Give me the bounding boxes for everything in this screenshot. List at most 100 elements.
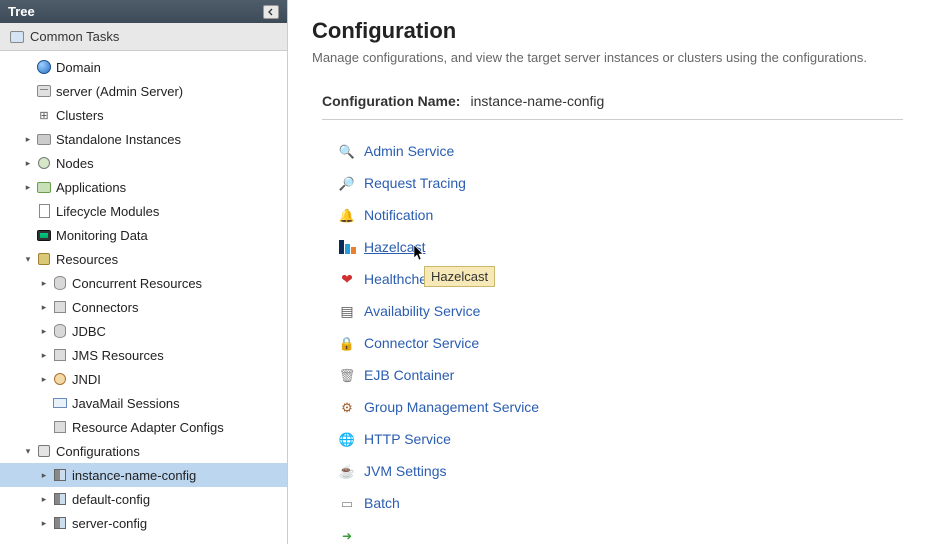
tree-item-label: Monitoring Data	[56, 228, 148, 243]
sidebar: Tree Common Tasks Domainserver (Admin Se…	[0, 0, 288, 544]
tooltip: Hazelcast	[424, 266, 495, 287]
chevron-left-icon	[267, 8, 275, 16]
http-icon	[338, 430, 356, 448]
mail-icon	[52, 395, 68, 411]
config-link[interactable]: HTTP Service	[364, 431, 451, 447]
tree-item-applications[interactable]: ▸ Applications	[0, 175, 287, 199]
trace-icon	[338, 174, 356, 192]
admin-icon	[338, 142, 356, 160]
config-name-value: instance-name-config	[470, 93, 604, 109]
tree-item-label: server (Admin Server)	[56, 84, 183, 99]
expander-icon	[38, 421, 50, 433]
conn-icon	[52, 419, 68, 435]
doc-icon	[36, 203, 52, 219]
tree-item-label: JMS Resources	[72, 348, 164, 363]
config-link[interactable]: Healthche	[364, 271, 427, 287]
common-tasks-row[interactable]: Common Tasks	[0, 23, 287, 51]
db-icon	[52, 275, 68, 291]
config-link[interactable]: JVM Settings	[364, 463, 446, 479]
config-item-request-tracing: Request Tracing	[338, 174, 903, 192]
expander-icon[interactable]: ▸	[38, 349, 50, 361]
tree-item-domain[interactable]: Domain	[0, 55, 287, 79]
expander-icon[interactable]: ▸	[38, 373, 50, 385]
config-item-admin-service: Admin Service	[338, 142, 903, 160]
config-item-healthcheck: HealthcheHazelcast	[338, 270, 903, 288]
tree-item-label: Resources	[56, 252, 118, 267]
expander-icon	[22, 205, 34, 217]
tree-item-label: Applications	[56, 180, 126, 195]
tree-item-standalone-instances[interactable]: ▸ Standalone Instances	[0, 127, 287, 151]
nodes-icon	[36, 155, 52, 171]
app-icon	[36, 179, 52, 195]
conn-icon	[52, 299, 68, 315]
tree-item-clusters[interactable]: ⊞Clusters	[0, 103, 287, 127]
expander-icon	[22, 109, 34, 121]
tree-item-label: Standalone Instances	[56, 132, 181, 147]
arrow-icon	[338, 526, 356, 544]
heart-icon	[338, 270, 356, 288]
expander-icon[interactable]: ▸	[22, 157, 34, 169]
expander-icon[interactable]: ▸	[38, 277, 50, 289]
tree-item-default-config[interactable]: ▸default-config	[0, 487, 287, 511]
config-link[interactable]: Batch	[364, 495, 400, 511]
tree-item-label: JDBC	[72, 324, 106, 339]
expander-icon[interactable]: ▸	[38, 517, 50, 529]
expander-icon[interactable]: ▸	[38, 493, 50, 505]
config-item-hazelcast: Hazelcast	[338, 238, 903, 256]
tree-item-label: Concurrent Resources	[72, 276, 202, 291]
config-item-ejb-container: EJB Container	[338, 366, 903, 384]
tree-item-lifecycle-modules[interactable]: Lifecycle Modules	[0, 199, 287, 223]
config-link[interactable]: Notification	[364, 207, 433, 223]
expander-icon	[22, 85, 34, 97]
expander-icon	[22, 61, 34, 73]
common-tasks-label: Common Tasks	[30, 29, 119, 44]
tree-item-label: Configurations	[56, 444, 140, 459]
expander-icon	[22, 229, 34, 241]
tree-item-monitoring-data[interactable]: Monitoring Data	[0, 223, 287, 247]
tree-item-label: Connectors	[72, 300, 138, 315]
config-name-label: Configuration Name:	[322, 93, 460, 109]
config-list: Admin Service Request Tracing Notification…	[338, 142, 903, 544]
config-link[interactable]: Group Management Service	[364, 399, 539, 415]
tree-item-server-config[interactable]: ▸server-config	[0, 511, 287, 535]
tree-item-instance-name-config[interactable]: ▸instance-name-config	[0, 463, 287, 487]
expander-icon[interactable]: ▸	[38, 469, 50, 481]
config-item-group-management-service: Group Management Service	[338, 398, 903, 416]
expander-icon[interactable]: ▸	[38, 325, 50, 337]
tree-item-server-admin-server[interactable]: server (Admin Server)	[0, 79, 287, 103]
tree-item-jndi[interactable]: ▸ JNDI	[0, 367, 287, 391]
tree-item-label: Nodes	[56, 156, 94, 171]
common-tasks-icon	[10, 31, 24, 43]
config-link[interactable]: Admin Service	[364, 143, 454, 159]
monitor-icon	[36, 227, 52, 243]
tree-item-resources[interactable]: ▾ Resources	[0, 247, 287, 271]
sidebar-collapse-button[interactable]	[263, 5, 279, 19]
confitem-icon	[52, 491, 68, 507]
tree-item-configurations[interactable]: ▾ Configurations	[0, 439, 287, 463]
tree-item-resource-adapter-configs[interactable]: Resource Adapter Configs	[0, 415, 287, 439]
res-icon	[36, 251, 52, 267]
config-link[interactable]: EJB Container	[364, 367, 454, 383]
avail-icon	[338, 302, 356, 320]
config-link[interactable]: Request Tracing	[364, 175, 466, 191]
tree-item-label: Clusters	[56, 108, 104, 123]
expander-icon[interactable]: ▸	[38, 301, 50, 313]
expander-icon[interactable]: ▸	[22, 181, 34, 193]
config-link[interactable]: Connector Service	[364, 335, 479, 351]
tree-item-nodes[interactable]: ▸ Nodes	[0, 151, 287, 175]
expander-icon[interactable]: ▾	[22, 445, 34, 457]
expander-icon[interactable]: ▸	[22, 133, 34, 145]
expander-icon[interactable]: ▾	[22, 253, 34, 265]
tree-item-label: JavaMail Sessions	[72, 396, 180, 411]
config-name-row: Configuration Name: instance-name-config	[322, 93, 903, 120]
tree-item-jms-resources[interactable]: ▸ JMS Resources	[0, 343, 287, 367]
hz-icon	[338, 238, 356, 256]
tree-item-label: JNDI	[72, 372, 101, 387]
tree-item-jdbc[interactable]: ▸ JDBC	[0, 319, 287, 343]
tree-item-concurrent-resources[interactable]: ▸ Concurrent Resources	[0, 271, 287, 295]
config-link[interactable]: Hazelcast	[364, 239, 425, 255]
tree-item-javamail-sessions[interactable]: JavaMail Sessions	[0, 391, 287, 415]
config-item-availability-service: Availability Service	[338, 302, 903, 320]
tree-item-connectors[interactable]: ▸ Connectors	[0, 295, 287, 319]
config-link[interactable]: Availability Service	[364, 303, 480, 319]
